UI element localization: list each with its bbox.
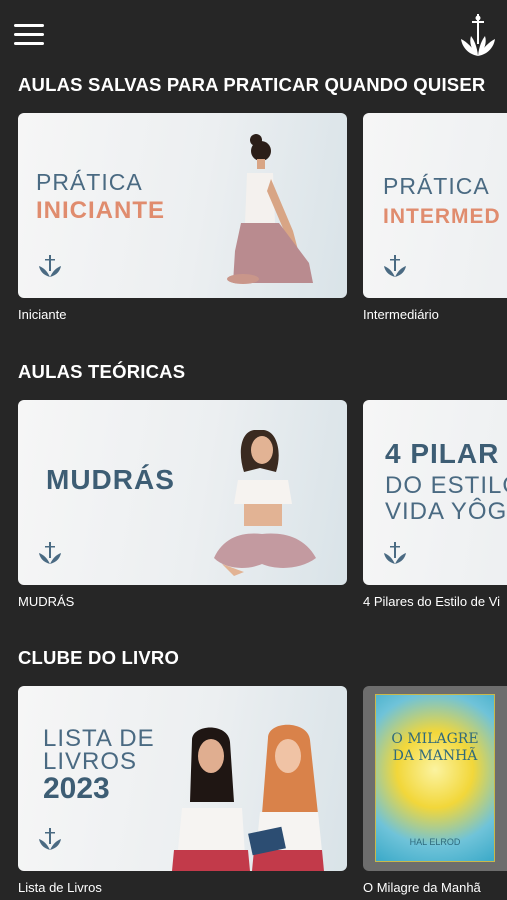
thumb-line3: VIDA YÔGI: [385, 498, 507, 525]
card-caption[interactable]: 4 Pilares do Estilo de Vi: [363, 594, 500, 609]
thumb-line1: 4 PILAR: [385, 438, 500, 469]
class-card-iniciante[interactable]: PRÁTICA INICIANTE Iniciante: [18, 113, 347, 323]
yoga-woman-meditating-image: [214, 430, 316, 576]
card-caption[interactable]: Lista de Livros: [18, 880, 102, 895]
class-card-4-pilares[interactable]: 4 PILAR DO ESTILO VIDA YÔGI 4 Pilares do…: [363, 400, 507, 610]
two-women-with-books-image: [172, 724, 324, 871]
book-card-lista-de-livros[interactable]: LISTA DE LIVROS 2023 Lista de Livros: [18, 686, 347, 896]
book-card-milagre-da-manha[interactable]: O MILAGRE DA MANHÃ HAL ELROD O Milagre d…: [363, 686, 507, 896]
thumb-line2: LIVROS: [43, 748, 138, 775]
thumbnail[interactable]: LISTA DE LIVROS 2023: [18, 686, 347, 871]
card-caption[interactable]: Iniciante: [18, 307, 66, 322]
thumbnail[interactable]: O MILAGRE DA MANHÃ HAL ELROD: [363, 686, 507, 871]
thumbnail[interactable]: PRÁTICA INICIANTE: [18, 113, 347, 298]
hamburger-menu-icon[interactable]: [14, 24, 44, 46]
section-title-theory-classes: AULAS TEÓRICAS: [18, 361, 186, 382]
thumb-title: MUDRÁS: [46, 464, 175, 495]
thumb-line2: DO ESTILO: [385, 472, 507, 499]
top-bar: [0, 0, 507, 70]
section-title-book-club: CLUBE DO LIVRO: [18, 647, 180, 668]
thumbnail[interactable]: 4 PILAR DO ESTILO VIDA YÔGI: [363, 400, 507, 585]
thumb-line1: PRÁTICA: [36, 169, 143, 195]
thumb-year: 2023: [43, 772, 110, 805]
lotus-logo-icon[interactable]: [459, 12, 497, 58]
mini-lotus-icon: [39, 828, 61, 850]
mini-lotus-icon: [39, 542, 61, 564]
book-cover: O MILAGRE DA MANHÃ HAL ELROD: [375, 694, 495, 862]
saved-classes-carousel[interactable]: PRÁTICA INICIANTE Iniciante PRÁTICA INTE…: [18, 113, 507, 323]
book-cover-title: O MILAGRE DA MANHÃ: [391, 731, 479, 764]
class-card-mudras[interactable]: MUDRÁS MUDRÁS: [18, 400, 347, 610]
thumb-line1: PRÁTICA: [383, 173, 490, 199]
card-caption[interactable]: Intermediário: [363, 307, 439, 322]
thumbnail[interactable]: MUDRÁS: [18, 400, 347, 585]
mini-lotus-icon: [39, 255, 61, 277]
thumb-line2: INICIANTE: [36, 197, 165, 224]
thumbnail[interactable]: PRÁTICA INTERMED: [363, 113, 507, 298]
yoga-woman-kneeling-image: [227, 134, 313, 284]
theory-classes-carousel[interactable]: MUDRÁS MUDRÁS 4 PILAR DO ESTILO VIDA YÔG…: [18, 400, 507, 610]
card-caption[interactable]: MUDRÁS: [18, 594, 74, 609]
card-caption[interactable]: O Milagre da Manhã: [363, 880, 481, 895]
class-card-intermediario[interactable]: PRÁTICA INTERMED Intermediário: [363, 113, 507, 323]
mini-lotus-icon: [384, 542, 406, 564]
book-cover-author: HAL ELROD: [409, 837, 461, 847]
section-title-saved-classes: AULAS SALVAS PARA PRATICAR QUANDO QUISER: [18, 74, 486, 95]
thumb-line2: INTERMED: [383, 205, 501, 228]
mini-lotus-icon: [384, 255, 406, 277]
book-club-carousel[interactable]: LISTA DE LIVROS 2023 Lista de Livros O M…: [18, 686, 507, 896]
